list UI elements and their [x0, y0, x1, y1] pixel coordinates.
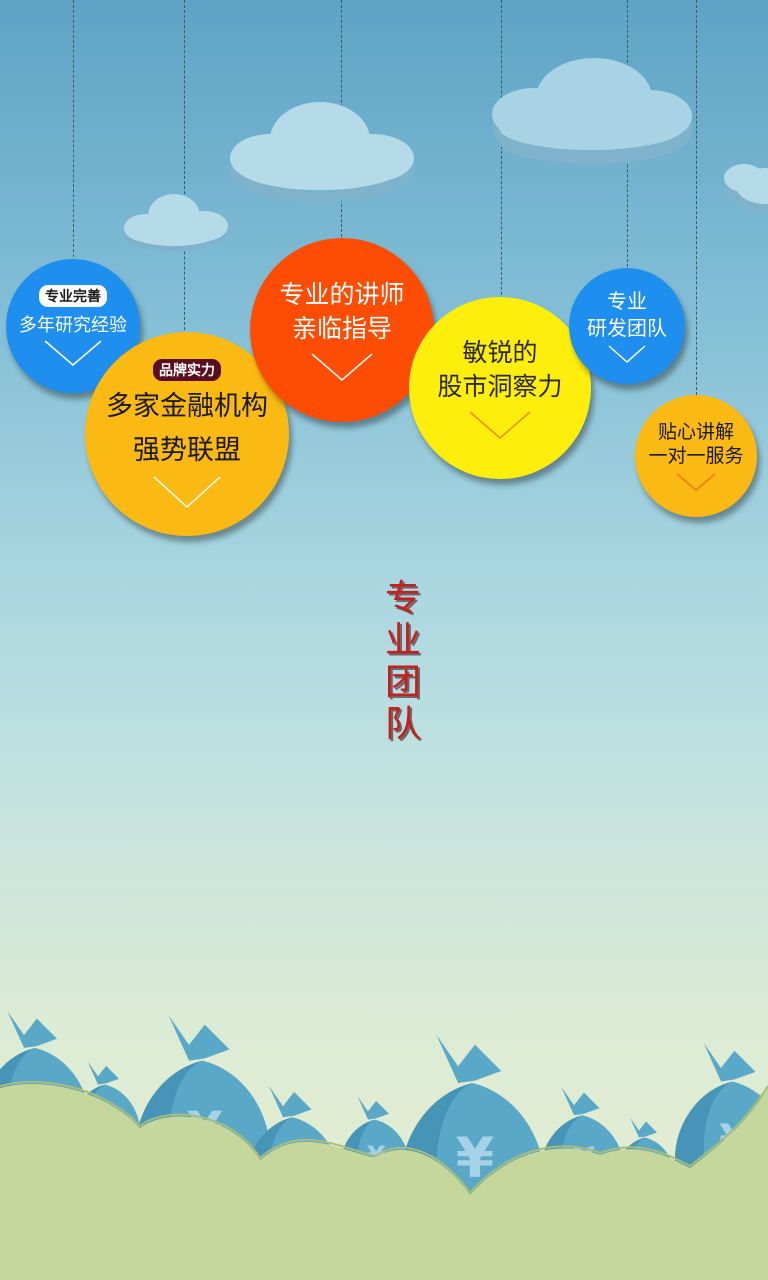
chevron-down-icon: [311, 353, 373, 381]
title-char: 队: [384, 704, 421, 745]
chevron-down-icon: [608, 345, 646, 364]
bubble-text: 一对一服务: [648, 445, 744, 467]
chevron-down-icon: [44, 340, 102, 366]
hanging-string: [696, 0, 697, 400]
badge-label: 专业完善: [39, 285, 107, 307]
bubble-text: 股市洞察力: [437, 372, 563, 401]
title-char: 业: [384, 620, 421, 661]
cloud-icon: [492, 58, 692, 164]
bubble-text: 亲临指导: [291, 314, 392, 343]
bubble-professional-lecturer[interactable]: 专业的讲师 亲临指导: [250, 238, 434, 422]
bubble-text: 专业: [607, 289, 647, 313]
badge-label: 品牌实力: [153, 359, 221, 381]
cloud-icon: [724, 164, 768, 214]
splash-screen: 专业完善 多年研究经验 品牌实力 多家金融机构 强势联盟 专业的讲师 亲临指导 …: [0, 0, 768, 1280]
page-title-vertical: 专 业 团 队: [383, 578, 423, 746]
bubble-text: 强势联盟: [133, 435, 241, 466]
cloud-icon: [124, 194, 228, 251]
cloud-icon: [230, 102, 414, 202]
bubble-one-on-one-service[interactable]: 贴心讲解 一对一服务: [635, 395, 757, 517]
bubble-text: 专业的讲师: [279, 280, 405, 309]
money-bags-landscape: ¥: [0, 1011, 768, 1280]
bubble-rd-team[interactable]: 专业 研发团队: [569, 268, 685, 384]
chevron-down-icon: [676, 473, 716, 491]
bubble-text: 贴心讲解: [657, 421, 734, 443]
title-char: 团: [384, 662, 421, 703]
bubble-text: 多家金融机构: [106, 391, 268, 422]
bubble-market-insight[interactable]: 敏锐的 股市洞察力: [409, 297, 591, 479]
chevron-down-icon: [153, 476, 221, 509]
hanging-string: [184, 0, 185, 335]
bubble-text: 敏锐的: [462, 338, 538, 367]
bubble-text: 研发团队: [587, 316, 667, 340]
chevron-down-icon: [469, 411, 531, 439]
hanging-string: [73, 0, 74, 262]
title-char: 专: [384, 578, 421, 619]
bubble-text: 多年研究经验: [19, 315, 127, 336]
